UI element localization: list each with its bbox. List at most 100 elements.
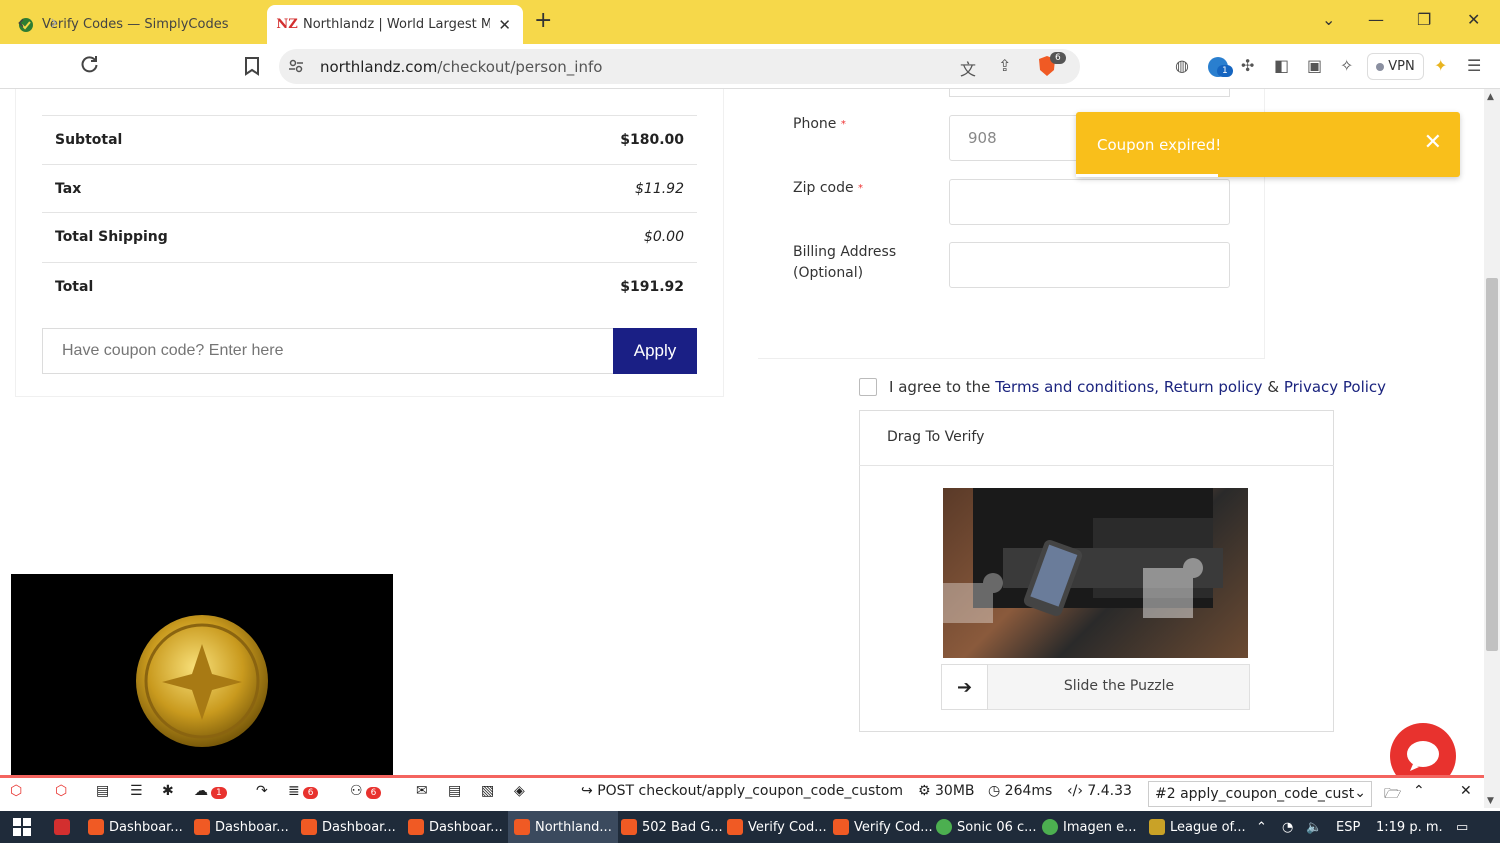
tray-chevron-up-icon[interactable]: ⌃ [1250, 811, 1273, 843]
views-badge: 1 [211, 787, 227, 799]
windows-icon [13, 818, 31, 836]
apply-coupon-button[interactable]: Apply [613, 328, 697, 374]
previous-field-input[interactable] [949, 89, 1230, 97]
menu-icon[interactable]: ☰ [1467, 56, 1481, 75]
start-button[interactable] [6, 811, 38, 843]
coupon-code-input[interactable] [42, 328, 614, 374]
restore-button[interactable]: ❐ [1417, 10, 1431, 29]
language-indicator[interactable]: ESP [1330, 811, 1366, 843]
laravel-logo-icon[interactable]: ⬡ [10, 783, 22, 799]
close-toast-icon[interactable]: ✕ [1424, 130, 1442, 155]
share-icon[interactable]: ⇪ [998, 56, 1011, 75]
taskbar-label: Dashboar... [215, 819, 289, 835]
timeline-icon[interactable]: ☰ [130, 783, 143, 799]
tags-icon[interactable]: ◈ [514, 783, 525, 799]
brave-shields-icon[interactable]: 6 [1037, 52, 1066, 77]
tab-northlandz[interactable]: NZ Northlandz | World Largest Min ✕ [267, 5, 523, 44]
taskbar-item[interactable]: Sonic 06 c... [930, 811, 1043, 843]
billing-address-label: Billing Address (Optional) [793, 242, 896, 284]
shields-badge: 6 [1050, 52, 1066, 64]
taskbar-label: Dashboar... [109, 819, 183, 835]
reload-icon[interactable] [80, 54, 100, 79]
mail-icon[interactable]: ✉ [416, 783, 428, 799]
network-icon[interactable]: ◔ [1276, 811, 1299, 843]
request-info[interactable]: ↪ POST checkout/apply_coupon_code_custom [581, 783, 903, 799]
exceptions-icon[interactable]: ✱ [162, 783, 174, 799]
session-icon[interactable]: ▧ [481, 783, 494, 799]
scroll-up-icon[interactable]: ▲ [1487, 92, 1494, 102]
brave-icon [194, 819, 210, 835]
taskbar-item[interactable]: Dashboar... [295, 811, 402, 843]
maximize-icon[interactable]: ⌃ [1413, 783, 1425, 799]
vpn-button[interactable]: VPN [1367, 53, 1424, 80]
new-tab-button[interactable]: + [534, 8, 552, 33]
tab-search-icon[interactable]: ⌄ [1322, 10, 1335, 29]
sidebar-icon[interactable]: ◧ [1274, 56, 1289, 75]
minimize-button[interactable]: — [1368, 10, 1384, 29]
taskbar-item-active[interactable]: Northland... [508, 811, 618, 843]
taskbar-item[interactable]: Verify Cod... [721, 811, 833, 843]
request-select[interactable]: #2 apply_coupon_code_cust ⌄ [1148, 781, 1372, 807]
taskbar-item[interactable]: Dashboar... [188, 811, 295, 843]
taskbar-label: Dashboar... [322, 819, 396, 835]
views-icon[interactable]: ☁ 1 [194, 783, 227, 799]
cogs-icon: ⚙ [918, 783, 931, 799]
scroll-down-icon[interactable]: ▼ [1487, 796, 1494, 806]
taskbar-item[interactable]: Dashboar... [82, 811, 189, 843]
row-label: Total [55, 279, 94, 295]
row-label: Total Shipping [55, 229, 168, 245]
video-overlay[interactable] [11, 574, 393, 788]
scrollbar-thumb[interactable] [1486, 278, 1498, 651]
return-policy-link[interactable]: Return policy [1164, 378, 1263, 396]
taskbar-item[interactable]: 502 Bad G... [615, 811, 729, 843]
brave-icon [621, 819, 637, 835]
close-debugbar-icon[interactable]: ✕ [1460, 783, 1472, 799]
globe-icon[interactable]: ◍ [1175, 56, 1189, 75]
brave-icon [408, 819, 424, 835]
back-button[interactable]: ‹ [17, 10, 25, 34]
extensions-puzzle-icon[interactable]: ✣ [1241, 56, 1254, 75]
tab-verify-codes[interactable]: Verify Codes — SimplyCodes [6, 5, 262, 44]
notifications-icon[interactable]: ▭ [1450, 811, 1474, 843]
billing-address-input[interactable] [949, 242, 1230, 288]
label-text: Phone [793, 116, 837, 132]
forward-button[interactable]: › [50, 10, 58, 34]
version-value: 7.4.33 [1087, 783, 1132, 799]
phone-value: 908 [968, 129, 997, 147]
wallet-icon[interactable]: ▣ [1307, 56, 1322, 75]
agree-prefix: I agree to the [889, 378, 991, 396]
close-window-button[interactable]: ✕ [1467, 10, 1480, 29]
laravel-logo-icon[interactable]: ⬡ [55, 783, 67, 799]
row-value: $11.92 [635, 181, 684, 197]
leo-ai-icon[interactable]: ✧ [1340, 56, 1353, 75]
terms-link[interactable]: Terms and conditions, [995, 378, 1159, 396]
privacy-policy-link[interactable]: Privacy Policy [1284, 378, 1386, 396]
slider-handle-arrow-icon[interactable]: ➔ [941, 664, 988, 710]
extension-badge: 1 [1217, 65, 1233, 77]
pinned-app-icon[interactable] [48, 811, 76, 843]
northlandz-icon: NZ [276, 17, 298, 32]
bookmark-icon[interactable] [244, 56, 260, 81]
translate-icon[interactable]: 文 [960, 56, 976, 80]
toast-progress-bar [1076, 174, 1218, 177]
clock[interactable]: 1:19 p. m. [1370, 811, 1449, 843]
brave-icon [301, 819, 317, 835]
messages-icon[interactable]: ▤ [96, 783, 109, 799]
volume-icon[interactable]: 🔈 [1300, 811, 1328, 843]
extension-icon[interactable]: 1 [1208, 57, 1233, 77]
taskbar-item[interactable]: Dashboar... [402, 811, 509, 843]
gate-icon[interactable]: ▤ [448, 783, 461, 799]
taskbar-item[interactable]: Imagen e... [1036, 811, 1142, 843]
rewards-icon[interactable]: ✦ [1434, 56, 1447, 75]
queries-icon[interactable]: ≣ 6 [288, 783, 319, 799]
site-settings-icon[interactable] [288, 58, 304, 78]
slider-label: Slide the Puzzle [1063, 678, 1175, 694]
models-icon[interactable]: ⚇ 6 [350, 783, 382, 799]
agree-checkbox[interactable] [859, 378, 877, 396]
route-icon[interactable]: ↷ [256, 783, 268, 799]
close-tab-icon[interactable]: ✕ [498, 16, 511, 34]
zip-code-input[interactable] [949, 179, 1230, 225]
open-folder-icon[interactable]: 🗁 [1384, 783, 1401, 807]
taskbar-item[interactable]: Verify Cod... [827, 811, 939, 843]
taskbar-item[interactable]: League of... [1143, 811, 1252, 843]
